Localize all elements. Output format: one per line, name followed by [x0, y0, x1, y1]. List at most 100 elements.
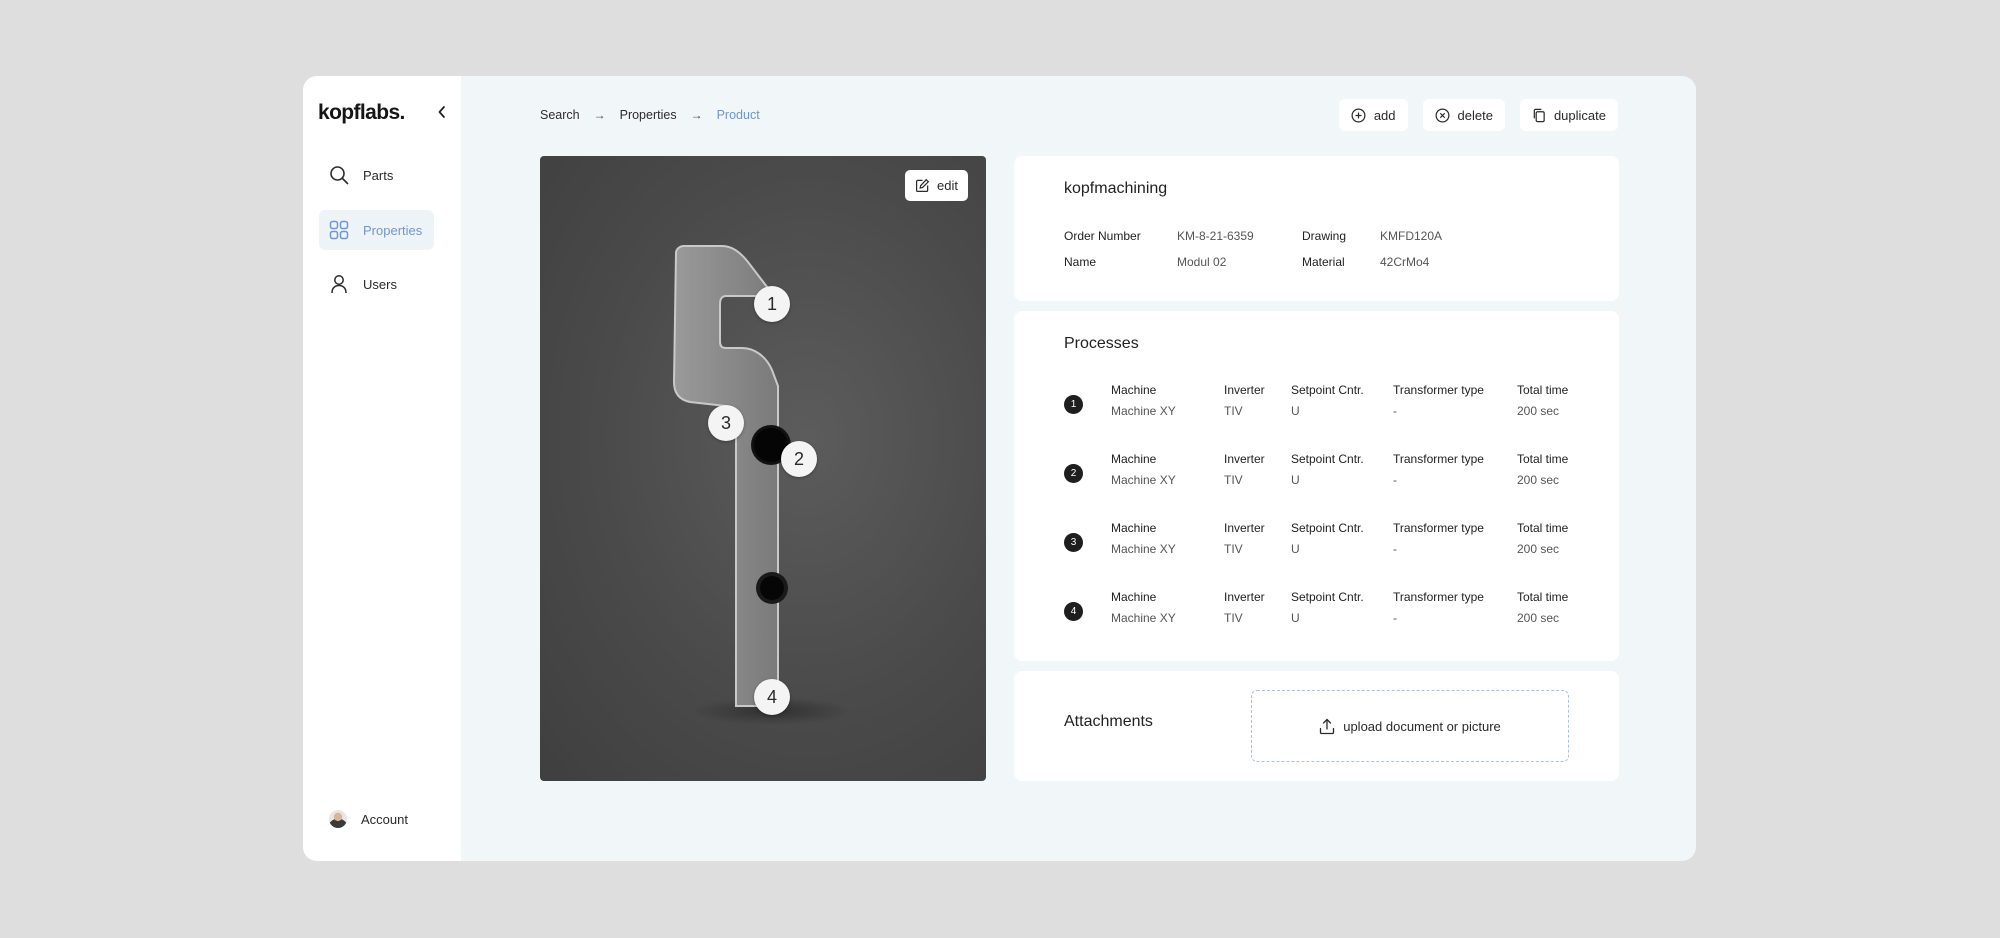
sidebar-item-properties[interactable]: Properties — [319, 210, 434, 250]
machine-value: Machine XY — [1111, 542, 1176, 556]
drawing-label: Drawing — [1302, 229, 1347, 243]
inverter-value: TIV — [1224, 404, 1243, 418]
delete-label: delete — [1457, 107, 1493, 123]
collapse-sidebar-button[interactable] — [434, 104, 450, 120]
sidebar-item-label: Parts — [363, 167, 394, 183]
process-row[interactable]: 1 Machine Machine XY Inverter TIV Setpoint… — [1014, 380, 1619, 430]
machine-header: Machine — [1111, 383, 1157, 397]
breadcrumb-product: Product — [716, 108, 760, 122]
total-time-value: 200 sec — [1517, 611, 1560, 625]
part-marker-1[interactable]: 1 — [754, 286, 790, 322]
breadcrumb-search[interactable]: Search — [540, 108, 580, 122]
machine-header: Machine — [1111, 590, 1157, 604]
duplicate-label: duplicate — [1553, 107, 1606, 123]
transformer-value: - — [1393, 404, 1397, 418]
sidebar: kopflabs. Parts Properties Users Account — [303, 76, 461, 861]
machine-value: Machine XY — [1111, 473, 1176, 487]
part-marker-4[interactable]: 4 — [754, 679, 790, 715]
edit-label: edit — [937, 178, 958, 193]
process-row[interactable]: 3 Machine Machine XY Inverter TIV Setpoint… — [1014, 518, 1619, 568]
process-row[interactable]: 4 Machine Machine XY Inverter TIV Setpoint… — [1014, 587, 1619, 637]
machine-value: Machine XY — [1111, 404, 1176, 418]
arrow-right-icon: → — [593, 108, 606, 122]
transformer-header: Transformer type — [1393, 590, 1484, 604]
logo: kopflabs. — [318, 101, 405, 124]
process-number-badge: 3 — [1064, 533, 1083, 552]
product-title: kopfmachining — [1064, 180, 1168, 197]
search-icon — [329, 165, 349, 185]
transformer-header: Transformer type — [1393, 521, 1484, 535]
transformer-value: - — [1393, 473, 1397, 487]
grid-icon — [329, 220, 349, 240]
order-number-label: Order Number — [1064, 229, 1141, 243]
setpoint-value: U — [1291, 542, 1300, 556]
attachments-card: Attachments upload document or picture — [1014, 671, 1619, 781]
transformer-header: Transformer type — [1393, 383, 1484, 397]
upload-icon — [1320, 718, 1335, 734]
setpoint-header: Setpoint Cntr. — [1291, 521, 1364, 535]
setpoint-header: Setpoint Cntr. — [1291, 590, 1364, 604]
inverter-header: Inverter — [1224, 590, 1265, 604]
name-label: Name — [1064, 255, 1097, 269]
user-icon — [329, 274, 349, 294]
process-number-badge: 1 — [1064, 395, 1083, 414]
account-button[interactable]: Account — [329, 810, 408, 828]
x-circle-icon — [1435, 108, 1450, 122]
process-row[interactable]: 2 Machine Machine XY Inverter TIV Setpoint… — [1014, 449, 1619, 499]
sidebar-item-parts[interactable]: Parts — [319, 155, 434, 195]
sidebar-item-label: Properties — [363, 222, 423, 238]
plus-circle-icon — [1351, 108, 1366, 122]
inverter-header: Inverter — [1224, 383, 1265, 397]
duplicate-button[interactable]: duplicate — [1519, 99, 1618, 131]
setpoint-value: U — [1291, 473, 1300, 487]
total-time-header: Total time — [1517, 521, 1569, 535]
total-time-header: Total time — [1517, 590, 1569, 604]
copy-icon — [1533, 108, 1545, 122]
processes-title: Processes — [1064, 335, 1139, 352]
process-number-badge: 2 — [1064, 464, 1083, 483]
inverter-value: TIV — [1224, 611, 1243, 625]
transformer-value: - — [1393, 611, 1397, 625]
arrow-right-icon: → — [690, 108, 703, 122]
material-label: Material — [1302, 255, 1345, 269]
breadcrumb: Search → Properties → Product — [540, 108, 760, 122]
total-time-header: Total time — [1517, 383, 1569, 397]
inverter-header: Inverter — [1224, 452, 1265, 466]
chevron-left-icon — [438, 106, 445, 118]
sidebar-item-label: Users — [363, 276, 397, 292]
product-image: edit 1 2 3 4 — [540, 156, 986, 781]
name-value: Modul 02 — [1177, 255, 1227, 269]
drawing-value: KMFD120A — [1380, 229, 1443, 243]
total-time-value: 200 sec — [1517, 542, 1560, 556]
attachments-title: Attachments — [1064, 713, 1153, 730]
setpoint-header: Setpoint Cntr. — [1291, 383, 1364, 397]
processes-card: Processes 1 Machine Machine XY Inverter TI… — [1014, 311, 1619, 661]
upload-dropzone[interactable]: upload document or picture — [1251, 690, 1569, 762]
process-number-badge: 4 — [1064, 602, 1083, 621]
product-info-card: kopfmachining Order Number KM-8-21-6359 … — [1014, 156, 1619, 301]
sidebar-item-users[interactable]: Users — [319, 264, 434, 304]
breadcrumb-properties[interactable]: Properties — [620, 108, 677, 122]
setpoint-value: U — [1291, 404, 1300, 418]
app-window: kopflabs. Parts Properties Users Account — [303, 76, 1696, 861]
part-marker-3[interactable]: 3 — [708, 405, 744, 441]
material-value: 42CrMo4 — [1380, 255, 1430, 269]
total-time-value: 200 sec — [1517, 473, 1560, 487]
upload-label: upload document or picture — [1343, 718, 1501, 734]
part-marker-2[interactable]: 2 — [781, 441, 817, 477]
inverter-header: Inverter — [1224, 521, 1265, 535]
inverter-value: TIV — [1224, 473, 1243, 487]
edit-icon — [915, 178, 930, 193]
delete-button[interactable]: delete — [1422, 99, 1505, 131]
transformer-value: - — [1393, 542, 1397, 556]
machine-header: Machine — [1111, 452, 1157, 466]
add-label: add — [1373, 107, 1396, 123]
account-label: Account — [361, 811, 408, 827]
machine-header: Machine — [1111, 521, 1157, 535]
machine-value: Machine XY — [1111, 611, 1176, 625]
edit-image-button[interactable]: edit — [905, 170, 968, 201]
transformer-header: Transformer type — [1393, 452, 1484, 466]
add-button[interactable]: add — [1338, 99, 1408, 131]
toolbar-actions: add delete duplicate — [1338, 99, 1618, 131]
setpoint-value: U — [1291, 611, 1300, 625]
